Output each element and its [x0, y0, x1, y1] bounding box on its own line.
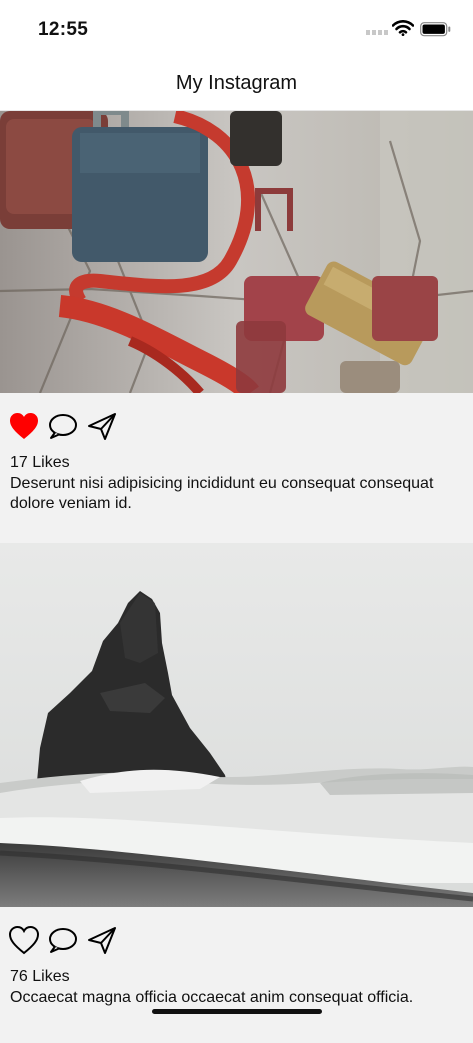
likes-count: 76 Likes: [10, 968, 70, 985]
page-title: My Instagram: [175, 72, 298, 94]
nav-bar: My Instagram: [0, 60, 473, 111]
battery-icon: [420, 22, 451, 37]
status-time: 12:55: [38, 19, 89, 40]
comment-icon[interactable]: [47, 925, 79, 955]
home-indicator[interactable]: [152, 1009, 322, 1014]
share-icon[interactable]: [86, 411, 118, 441]
wifi-icon: [392, 20, 414, 36]
post: 17 Likes Deserunt nisi adipisicing incid…: [0, 111, 473, 543]
post-caption: Occaecat magna officia occaecat anim con…: [10, 989, 414, 1006]
heart-filled-icon[interactable]: [8, 411, 40, 441]
share-icon[interactable]: [86, 925, 118, 955]
action-bar: [0, 907, 473, 967]
signal-icon: [366, 30, 388, 35]
post: 76 Likes Occaecat magna officia occaecat…: [0, 543, 473, 1043]
action-bar: [0, 393, 473, 453]
comment-icon[interactable]: [47, 411, 79, 441]
heart-outline-icon[interactable]: [8, 925, 40, 955]
status-bar: 12:55: [0, 0, 473, 60]
sea-stack-beach-photo[interactable]: [0, 543, 473, 907]
likes-count: 17 Likes: [10, 454, 70, 471]
post-caption: Deserunt nisi adipisicing incididunt eu …: [10, 475, 434, 512]
padlocks-on-fence-photo[interactable]: [0, 111, 473, 393]
feed[interactable]: 17 Likes Deserunt nisi adipisicing incid…: [0, 111, 473, 1043]
